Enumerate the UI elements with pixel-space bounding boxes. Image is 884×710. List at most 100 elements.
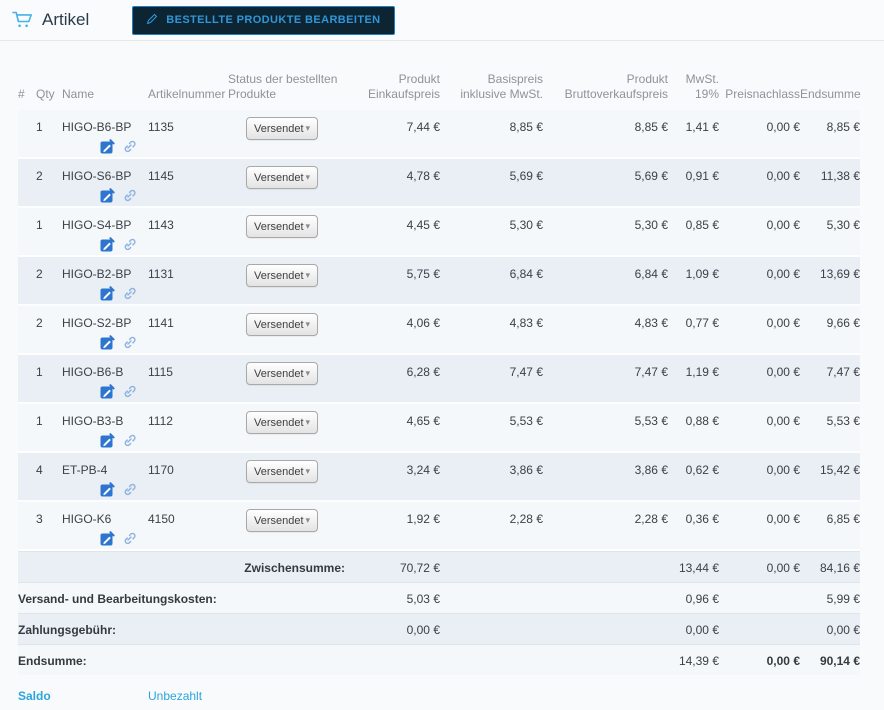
link-icon[interactable] <box>122 384 137 399</box>
product-name-cell: HIGO-B3-B <box>62 414 148 451</box>
table-row: 3 HIGO-K6 4150 Versendet ▾ 1,92 € 2,28 €… <box>18 502 860 551</box>
order-item-status-dropdown[interactable]: Versendet ▾ <box>246 117 318 140</box>
sku-cell: 1170 <box>148 463 174 477</box>
gross-price-cell: 5,69 € <box>634 169 668 183</box>
product-name: HIGO-B6-BP <box>62 120 132 134</box>
status-cell: Versendet ▾ <box>228 264 345 304</box>
status-selected-value: Versendet <box>254 514 304 527</box>
open-product-edit-icon[interactable] <box>100 433 115 448</box>
edit-ordered-products-button[interactable]: BESTELLTE PRODUKTE BEARBEITEN <box>132 5 395 35</box>
tax-cell: 0,91 € <box>685 169 719 183</box>
link-icon[interactable] <box>122 188 137 203</box>
col-header-discount: Preisnachlass <box>725 87 800 102</box>
sku-cell: 1112 <box>148 414 173 428</box>
table-header-row: # Qty Name Artikelnummer Status der best… <box>18 62 861 110</box>
purchase-price-cell: 4,45 € <box>406 218 440 232</box>
row-number-cell <box>18 463 32 500</box>
qty-cell: 3 <box>36 512 43 526</box>
table-row: 1 HIGO-B6-B 1115 Versendet ▾ 6,28 € 7,47… <box>18 355 860 404</box>
open-product-edit-icon[interactable] <box>100 188 115 203</box>
purchase-price-cell: 1,92 € <box>406 512 440 526</box>
discount-cell: 0,00 € <box>766 463 800 477</box>
link-icon[interactable] <box>122 237 137 252</box>
dropdown-caret-icon: ▾ <box>305 123 310 133</box>
order-item-status-dropdown[interactable]: Versendet ▾ <box>246 264 318 287</box>
order-item-status-dropdown[interactable]: Versendet ▾ <box>246 509 318 532</box>
dropdown-caret-icon: ▾ <box>305 172 310 182</box>
discount-cell: 0,00 € <box>766 365 800 379</box>
product-name: HIGO-B6-B <box>62 365 124 379</box>
qty-cell: 2 <box>36 316 43 330</box>
link-icon[interactable] <box>122 139 137 154</box>
link-icon[interactable] <box>122 335 137 350</box>
link-icon[interactable] <box>122 482 137 497</box>
discount-cell: 0,00 € <box>766 267 800 281</box>
qty-cell: 1 <box>36 414 43 428</box>
status-selected-value: Versendet <box>254 465 304 478</box>
qty-cell: 4 <box>36 463 43 477</box>
order-item-status-dropdown[interactable]: Versendet ▾ <box>246 362 318 385</box>
link-icon[interactable] <box>122 433 137 448</box>
col-header-row-total: Endsumme <box>800 87 861 102</box>
dropdown-caret-icon: ▾ <box>305 368 310 378</box>
gross-price-cell: 2,28 € <box>634 512 668 526</box>
tax-cell: 0,62 € <box>685 463 719 477</box>
pencil-icon <box>146 13 158 28</box>
col-header-qty: Qty <box>36 87 55 102</box>
link-icon[interactable] <box>122 531 137 546</box>
sku-cell: 1135 <box>148 120 174 134</box>
row-number-cell <box>18 365 32 402</box>
base-price-cell: 3,86 € <box>509 463 543 477</box>
open-product-edit-icon[interactable] <box>100 139 115 154</box>
link-icon[interactable] <box>122 286 137 301</box>
open-product-edit-icon[interactable] <box>100 531 115 546</box>
order-item-status-dropdown[interactable]: Versendet ▾ <box>246 313 318 336</box>
col-header-status: Status der bestellten Produkte <box>228 71 338 102</box>
edit-ordered-products-label: BESTELLTE PRODUKTE BEARBEITEN <box>166 14 381 26</box>
row-total-cell: 9,66 € <box>826 316 860 330</box>
table-body: 1 HIGO-B6-BP 1135 Versendet ▾ 7,44 € 8,8… <box>18 110 860 551</box>
gross-price-cell: 5,53 € <box>634 414 668 428</box>
dropdown-caret-icon: ▾ <box>305 221 310 231</box>
gross-price-cell: 8,85 € <box>634 120 668 134</box>
status-cell: Versendet ▾ <box>228 215 345 255</box>
gross-price-cell: 4,83 € <box>634 316 668 330</box>
open-product-edit-icon[interactable] <box>100 237 115 252</box>
status-cell: Versendet ▾ <box>228 509 345 549</box>
order-item-status-dropdown[interactable]: Versendet ▾ <box>246 460 318 483</box>
product-name-cell: HIGO-B6-BP <box>62 120 148 157</box>
order-item-status-dropdown[interactable]: Versendet ▾ <box>246 411 318 434</box>
col-header-sku: Artikelnummer <box>148 87 226 102</box>
col-header-gross-price: Produkt Bruttoverkaufspreis <box>564 71 668 102</box>
subtotal-purchase: 70,72 € <box>399 560 440 575</box>
open-product-edit-icon[interactable] <box>100 286 115 301</box>
base-price-cell: 2,28 € <box>509 512 543 526</box>
sku-cell: 4150 <box>148 512 175 526</box>
col-header-purchase-price: Produkt Einkaufspreis <box>367 71 440 102</box>
status-selected-value: Versendet <box>254 122 304 135</box>
open-product-edit-icon[interactable] <box>100 482 115 497</box>
order-item-status-dropdown[interactable]: Versendet ▾ <box>246 166 318 189</box>
open-product-edit-icon[interactable] <box>100 335 115 350</box>
qty-cell: 1 <box>36 365 43 379</box>
row-number-cell <box>18 414 32 451</box>
qty-cell: 2 <box>36 267 43 281</box>
tax-cell: 0,88 € <box>685 414 719 428</box>
sku-cell: 1145 <box>148 169 174 183</box>
summary-row-payment-fee: Zahlungsgebühr: 0,00 € 0,00 € 0,00 € <box>18 613 860 644</box>
open-product-edit-icon[interactable] <box>100 384 115 399</box>
saldo-value: Unbezahlt <box>148 689 203 703</box>
product-name-cell: HIGO-S6-BP <box>62 169 148 206</box>
discount-cell: 0,00 € <box>766 512 800 526</box>
purchase-price-cell: 4,06 € <box>406 316 440 330</box>
product-name-cell: HIGO-S2-BP <box>62 316 148 353</box>
subtotal-tax: 13,44 € <box>678 560 719 575</box>
order-item-status-dropdown[interactable]: Versendet ▾ <box>246 215 318 238</box>
product-name: ET-PB-4 <box>62 463 108 477</box>
shopping-cart-icon <box>9 8 35 32</box>
tax-cell: 0,85 € <box>685 218 719 232</box>
table-row: 2 HIGO-B2-BP 1131 Versendet ▾ 5,75 € 6,8… <box>18 257 860 306</box>
base-price-cell: 6,84 € <box>509 267 543 281</box>
purchase-price-cell: 4,78 € <box>406 169 440 183</box>
discount-cell: 0,00 € <box>766 169 800 183</box>
